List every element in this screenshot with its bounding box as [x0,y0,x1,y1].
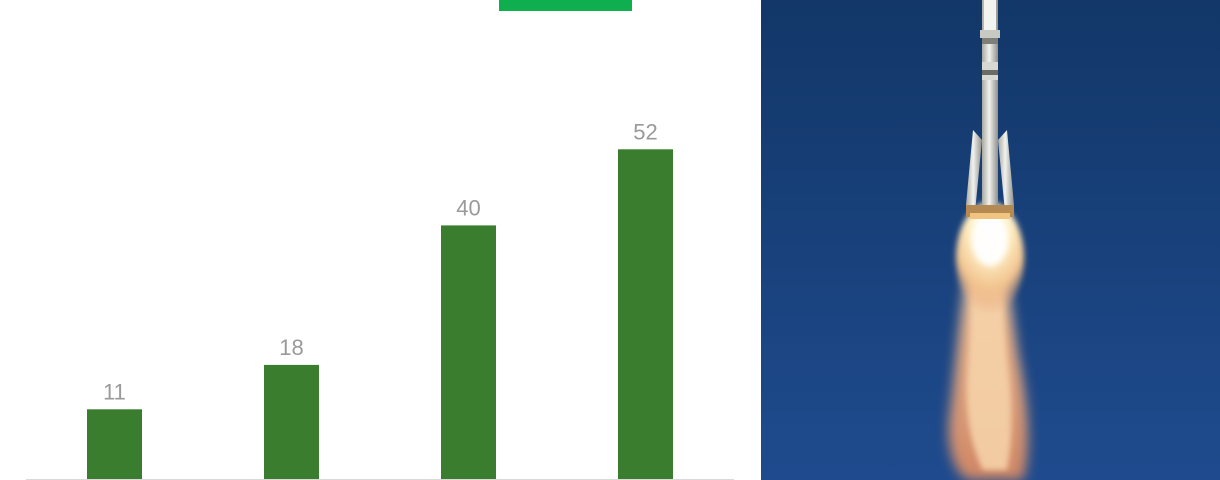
bar-value-label: 52 [633,119,657,144]
bar [264,364,319,479]
bar [87,409,142,479]
bar [618,149,673,480]
rocket-launch-photo [761,0,1220,480]
bar-value-label: 11 [103,379,126,404]
bar-value-label: 40 [456,195,480,220]
bar-chart-panel: 11 18 40 52 [0,0,740,480]
bar-value-label: 18 [279,335,303,360]
bar-chart: 11 18 40 52 [26,119,734,480]
slide: 11 18 40 52 [0,0,1220,480]
bar [441,225,496,479]
